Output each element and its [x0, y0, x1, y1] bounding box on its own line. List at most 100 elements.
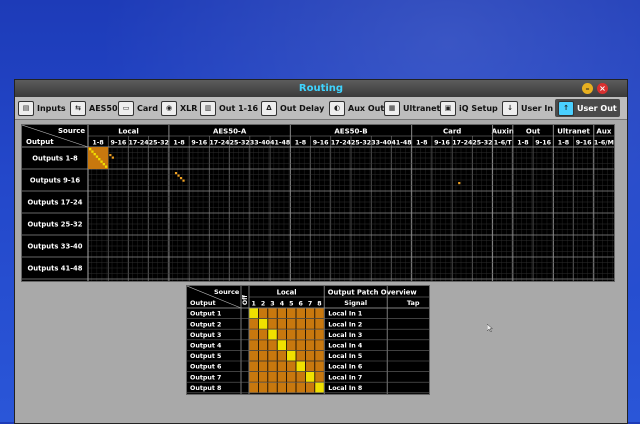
tab-iq-setup[interactable]: ▣ iQ Setup [440, 99, 498, 117]
source-column-header[interactable]: 25-32 [149, 140, 169, 147]
patch-cell[interactable] [277, 350, 287, 361]
tab-aes50[interactable]: ⇆ AES50 [70, 99, 118, 117]
patch-cell[interactable] [287, 350, 296, 361]
patch-point[interactable] [104, 165, 108, 168]
patch-cell[interactable] [296, 372, 305, 382]
patch-cell[interactable] [249, 329, 258, 340]
source-column-header[interactable]: 1-6/M [594, 140, 614, 147]
patch-point[interactable] [182, 179, 185, 182]
tab-ultranet[interactable]: ▦ Ultranet [384, 99, 440, 117]
source-column-header[interactable]: 25-32 [472, 140, 492, 147]
tab-user-in[interactable]: ↓ User In [502, 99, 553, 117]
patch-cell[interactable] [249, 361, 258, 372]
patch-cell[interactable] [315, 382, 324, 393]
tab-xlr[interactable]: ◉ XLR [161, 99, 197, 117]
patch-cell[interactable] [305, 350, 315, 361]
patch-cell[interactable] [249, 308, 258, 319]
patch-point[interactable] [111, 156, 114, 159]
tab-card[interactable]: ▭ Card [118, 99, 158, 117]
source-column-header[interactable]: 1-8 [558, 140, 569, 147]
local-channel-header[interactable]: 4 [280, 301, 285, 308]
source-column-header[interactable]: 41-48 [270, 140, 290, 147]
patch-cell[interactable] [277, 329, 287, 340]
patch-point[interactable] [100, 160, 103, 163]
patch-cell[interactable] [258, 308, 268, 319]
source-column-header[interactable]: 9-16 [110, 140, 126, 147]
source-column-header[interactable]: 1-8 [92, 140, 103, 147]
output-row-header[interactable]: Outputs 9-16 [30, 177, 81, 185]
output-row-label[interactable]: Output 7 [190, 374, 221, 381]
patch-cell[interactable] [296, 319, 305, 329]
local-channel-header[interactable]: 7 [308, 301, 312, 308]
patch-cell[interactable] [249, 372, 258, 382]
patch-point[interactable] [91, 150, 94, 153]
source-column-header[interactable]: 17-24 [209, 140, 230, 147]
source-column-header[interactable]: 17-24 [331, 140, 352, 147]
patch-cell[interactable] [277, 361, 287, 372]
close-button[interactable]: × [597, 83, 608, 94]
patch-cell[interactable] [258, 361, 268, 372]
output-row-label[interactable]: Output 6 [190, 364, 222, 371]
patch-cell[interactable] [315, 361, 324, 372]
patch-cell[interactable] [258, 319, 268, 329]
patch-point[interactable] [174, 172, 178, 175]
patch-cell[interactable] [296, 350, 305, 361]
patch-cell[interactable] [296, 361, 305, 372]
patch-cell[interactable] [287, 340, 296, 350]
output-row-header[interactable]: Outputs 17-24 [28, 199, 83, 207]
patch-cell[interactable] [258, 350, 268, 361]
patch-point[interactable] [458, 182, 461, 185]
patch-cell[interactable] [258, 329, 268, 340]
output-row-label[interactable]: Output 8 [190, 385, 221, 392]
output-row-header[interactable]: Outputs 1-8 [32, 155, 78, 163]
patch-cell[interactable] [287, 319, 296, 329]
source-column-header[interactable]: 9-16 [535, 140, 551, 147]
patch-cell[interactable] [305, 372, 315, 382]
output-row-label[interactable]: Output 1 [190, 311, 221, 318]
source-column-header[interactable]: 33-40 [250, 140, 271, 147]
patch-cell[interactable] [287, 308, 296, 319]
patch-cell[interactable] [296, 308, 305, 319]
local-channel-header[interactable]: 5 [289, 301, 293, 308]
source-column-header[interactable]: 41-48 [392, 140, 412, 147]
source-column-header[interactable]: 9-16 [191, 140, 207, 147]
output-row-label[interactable]: Output 4 [190, 343, 222, 350]
source-column-header[interactable]: 25-32 [230, 140, 250, 147]
patch-cell[interactable] [315, 319, 324, 329]
source-column-header[interactable]: 1-8 [173, 140, 184, 147]
tab-out-delay[interactable]: Δ Out Delay [261, 99, 324, 117]
patch-cell[interactable] [296, 340, 305, 350]
patch-cell[interactable] [315, 372, 324, 382]
patch-cell[interactable] [277, 382, 287, 393]
source-column-header[interactable]: 33-40 [371, 140, 392, 147]
patch-cell[interactable] [305, 329, 315, 340]
patch-cell[interactable] [315, 350, 324, 361]
patch-point[interactable] [109, 154, 112, 157]
source-column-header[interactable]: 1-8 [295, 140, 306, 147]
patch-point[interactable] [177, 174, 180, 177]
patch-cell[interactable] [268, 308, 277, 319]
source-column-header[interactable]: 17-24 [129, 140, 150, 147]
source-column-header[interactable]: 9-16 [313, 140, 329, 147]
patch-cell[interactable] [287, 372, 296, 382]
patch-cell[interactable] [277, 340, 287, 350]
tab-out-1-16[interactable]: ▥ Out 1-16 [200, 99, 258, 117]
patch-cell[interactable] [296, 382, 305, 393]
output-row-header[interactable]: Outputs 33-40 [28, 243, 83, 251]
patch-cell[interactable] [315, 329, 324, 340]
patch-cell[interactable] [249, 319, 258, 329]
patch-cell[interactable] [258, 372, 268, 382]
patch-cell[interactable] [277, 308, 287, 319]
tab-aux-out[interactable]: ◐ Aux Out [329, 99, 384, 117]
patch-cell[interactable] [249, 340, 258, 350]
source-column-header[interactable]: 1-8 [517, 140, 528, 147]
minimize-button[interactable]: – [582, 83, 593, 94]
patch-cell[interactable] [277, 372, 287, 382]
patch-point[interactable] [89, 148, 92, 151]
patch-cell[interactable] [287, 329, 296, 340]
patch-point[interactable] [93, 153, 96, 156]
tab-user-out[interactable]: ↑ User Out [555, 99, 620, 117]
source-column-header[interactable]: 17-24 [452, 140, 473, 147]
local-channel-header[interactable]: 2 [261, 301, 265, 308]
output-row-header[interactable]: Outputs 25-32 [28, 221, 83, 229]
